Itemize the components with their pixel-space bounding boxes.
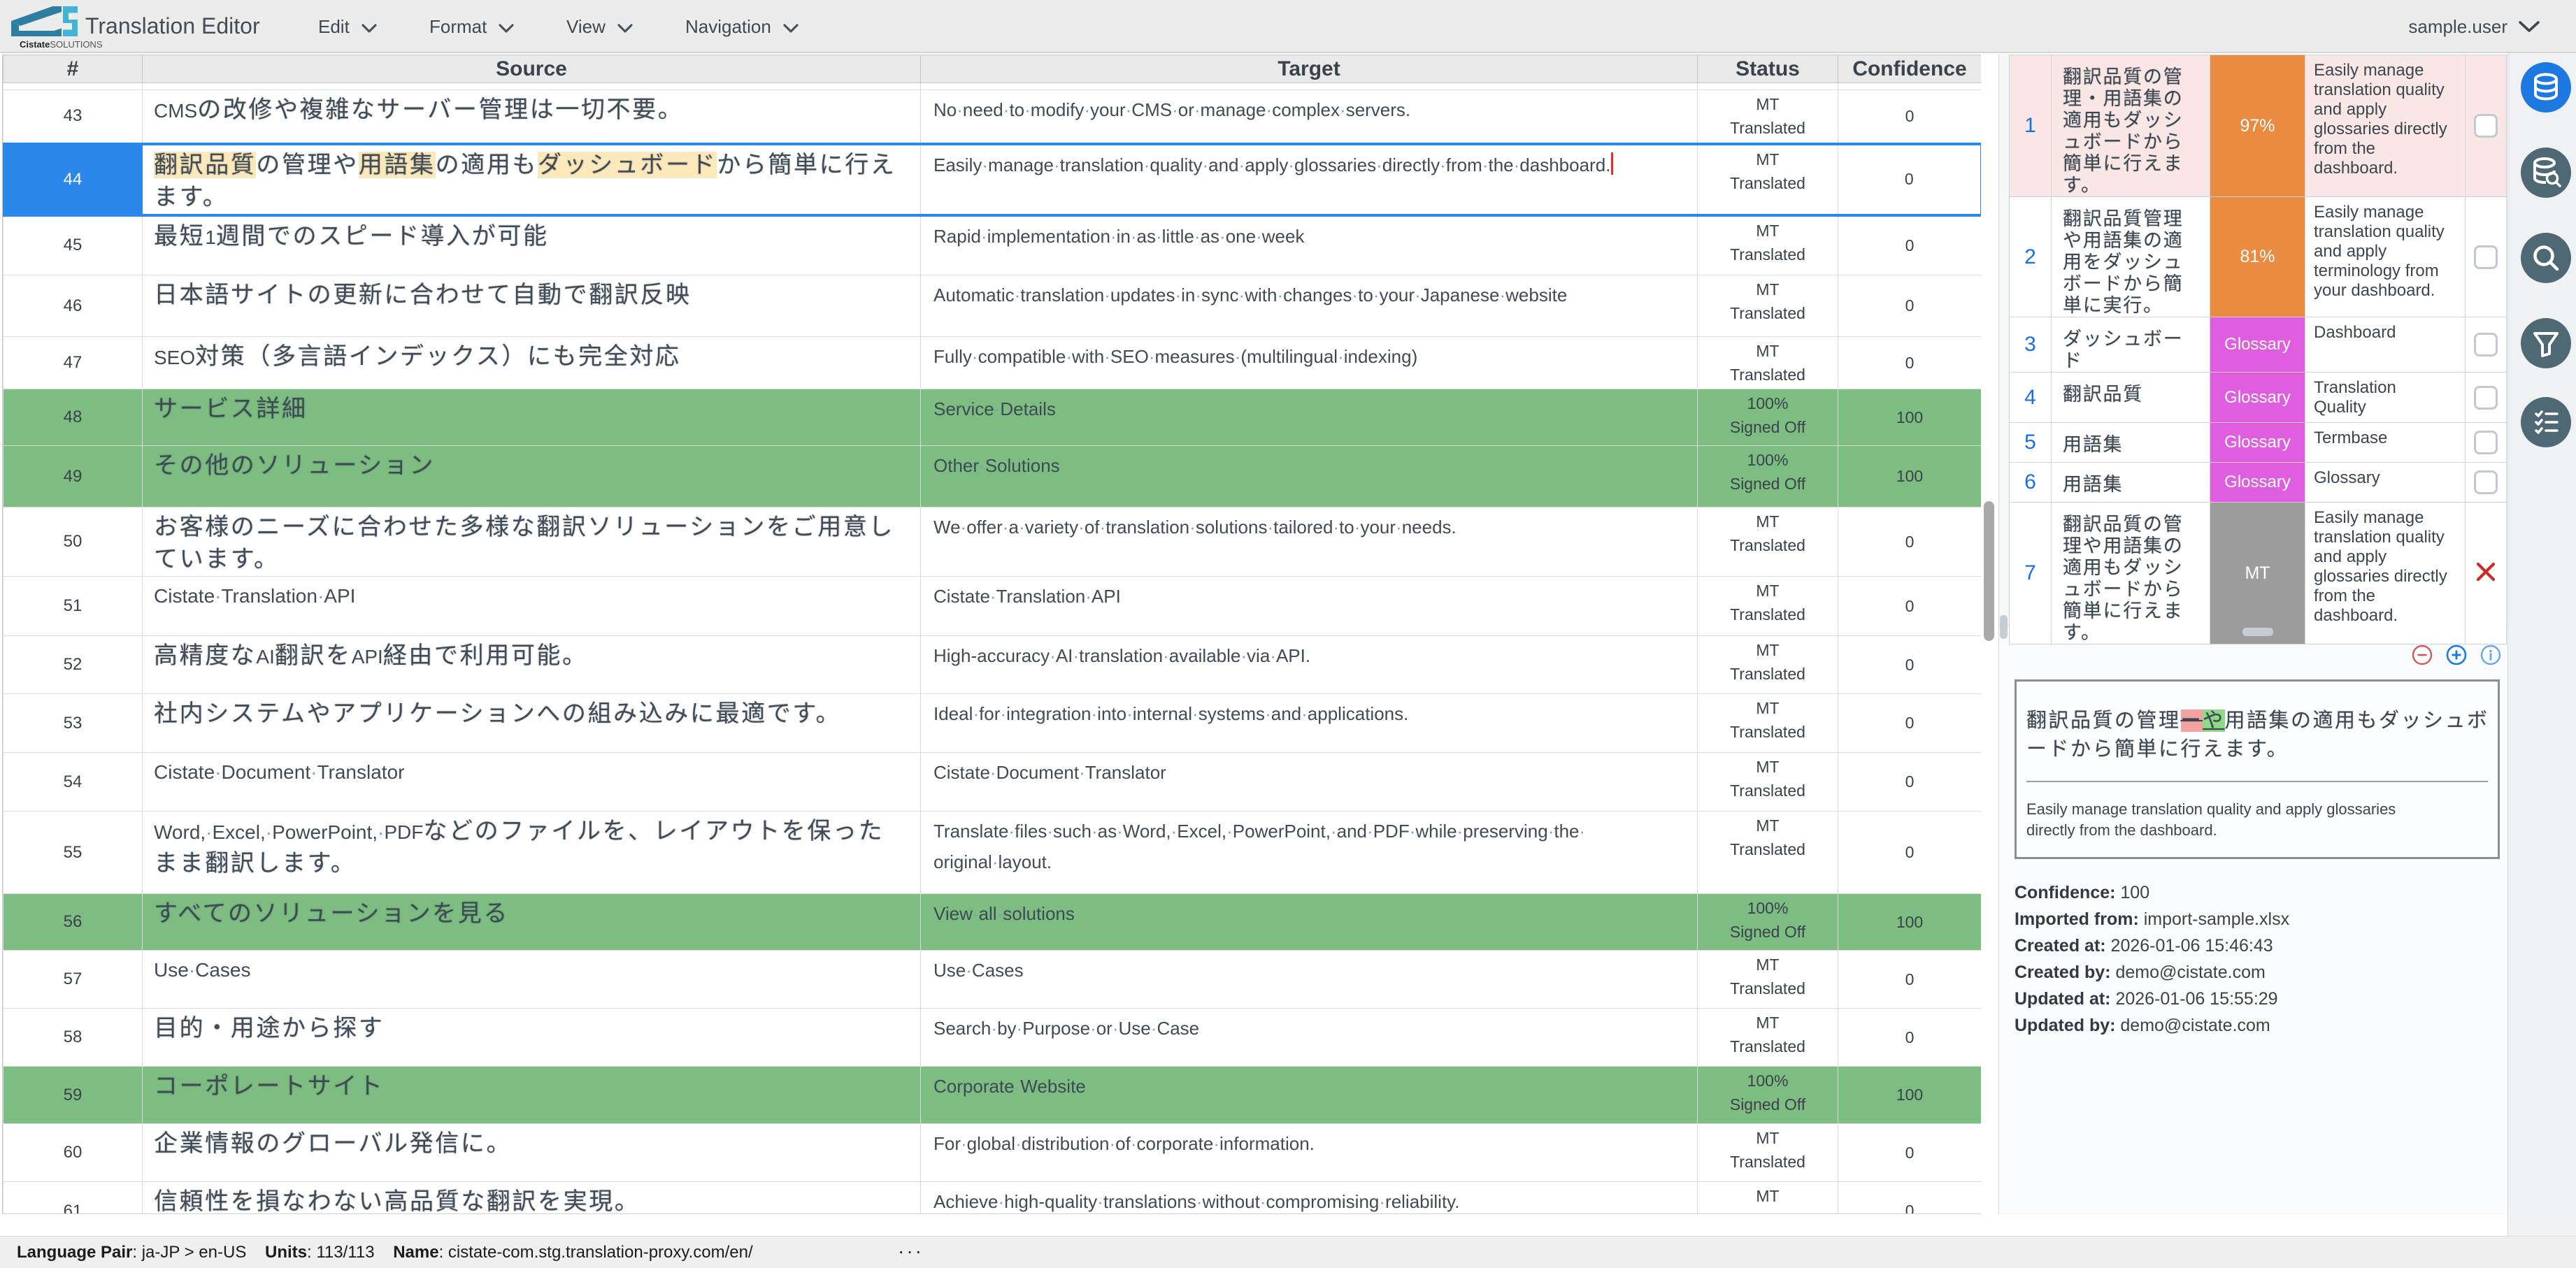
svg-text:CistateSOLUTIONS: CistateSOLUTIONS [20,39,103,50]
